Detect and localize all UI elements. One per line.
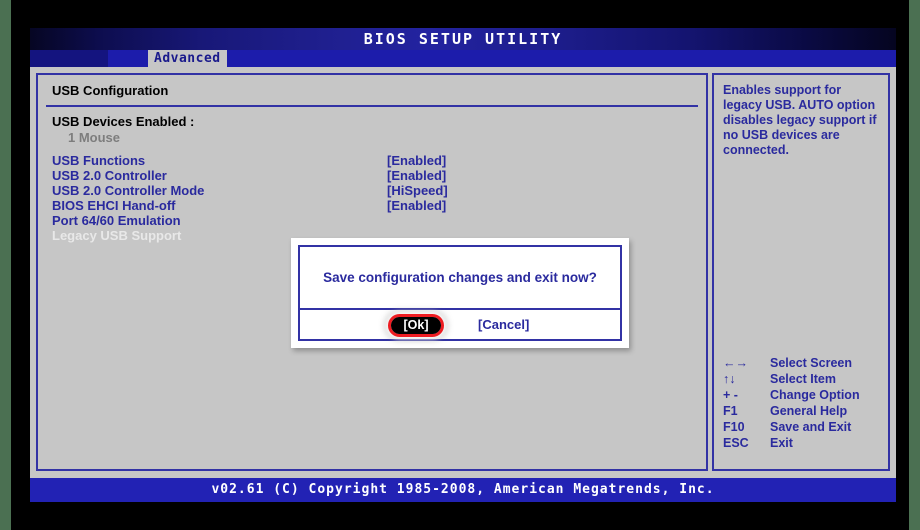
esc-key-label: ESC: [723, 436, 749, 450]
arrows-vertical-icon: ↑↓: [723, 372, 736, 386]
option-value: [HiSpeed]: [387, 183, 448, 198]
panel-title: USB Configuration: [52, 83, 169, 98]
ok-button-highlight: [Ok]: [388, 314, 444, 337]
usb-devices-enabled-label: USB Devices Enabled :: [52, 114, 195, 129]
legend-row-select-screen: ←→ Select Screen: [723, 355, 885, 371]
title-bar: BIOS SETUP UTILITY: [30, 28, 896, 50]
ok-button[interactable]: [Ok]: [391, 317, 441, 334]
legend-label: Change Option: [770, 388, 860, 402]
legend-row-general-help: F1 General Help: [723, 403, 885, 419]
usb-devices-enabled-value: 1 Mouse: [68, 130, 121, 145]
bios-screen: BIOS SETUP UTILITY Advanced USB Configur…: [30, 28, 896, 502]
photo-edge-left: [0, 0, 11, 530]
legend-label: Select Screen: [770, 356, 852, 370]
option-label: USB 2.0 Controller Mode: [52, 183, 205, 198]
option-row[interactable]: USB Functions [Enabled]: [52, 153, 692, 168]
option-label: BIOS EHCI Hand-off: [52, 198, 176, 213]
legend-label: Select Item: [770, 372, 837, 386]
option-label: USB 2.0 Controller: [52, 168, 167, 183]
legend-label: Exit: [770, 436, 793, 450]
body-region: USB Configuration USB Devices Enabled : …: [30, 67, 896, 478]
dialog-frame: Save configuration changes and exit now?…: [298, 245, 622, 341]
arrows-horizontal-icon: ←→: [723, 356, 748, 370]
option-row[interactable]: Port 64/60 Emulation: [52, 213, 692, 228]
legend-row-exit: ESC Exit: [723, 435, 885, 451]
dialog-message: Save configuration changes and exit now?: [323, 270, 597, 285]
footer-bar: v02.61 (C) Copyright 1985-2008, American…: [30, 478, 896, 502]
option-value: [Enabled]: [387, 168, 447, 183]
option-value: [Enabled]: [387, 153, 447, 168]
options-list: USB Functions [Enabled] USB 2.0 Controll…: [52, 153, 692, 243]
page-title: BIOS SETUP UTILITY: [363, 30, 563, 48]
f10-key-label: F10: [723, 420, 745, 434]
legend-row-select-item: ↑↓ Select Item: [723, 371, 885, 387]
key-legend: ←→ Select Screen ↑↓ Select Item + - Chan…: [723, 355, 885, 451]
option-label: USB Functions: [52, 153, 146, 168]
option-label: Port 64/60 Emulation: [52, 213, 181, 228]
photo-edge-right: [909, 0, 920, 530]
dialog-button-row: [Ok] [Cancel]: [300, 310, 620, 341]
f1-key-label: F1: [723, 404, 738, 418]
legend-row-change-option: + - Change Option: [723, 387, 885, 403]
tab-bar: Advanced: [30, 50, 896, 67]
copyright-text: v02.61 (C) Copyright 1985-2008, American…: [211, 482, 715, 497]
help-panel: Enables support for legacy USB. AUTO opt…: [712, 73, 890, 471]
option-row[interactable]: USB 2.0 Controller [Enabled]: [52, 168, 692, 183]
legend-label: Save and Exit: [770, 420, 852, 434]
cancel-button[interactable]: [Cancel]: [478, 317, 529, 332]
tab-advanced[interactable]: Advanced: [148, 50, 227, 67]
plus-minus-icon: + -: [723, 388, 738, 402]
panel-divider: [46, 105, 698, 107]
option-row[interactable]: BIOS EHCI Hand-off [Enabled]: [52, 198, 692, 213]
legend-label: General Help: [770, 404, 848, 418]
option-label: Legacy USB Support: [52, 228, 182, 243]
option-row[interactable]: USB 2.0 Controller Mode [HiSpeed]: [52, 183, 692, 198]
legend-row-save-and-exit: F10 Save and Exit: [723, 419, 885, 435]
option-value: [Enabled]: [387, 198, 447, 213]
save-confirm-dialog: Save configuration changes and exit now?…: [291, 238, 629, 348]
screenshot-root: BIOS SETUP UTILITY Advanced USB Configur…: [0, 0, 920, 530]
help-text: Enables support for legacy USB. AUTO opt…: [723, 83, 877, 157]
